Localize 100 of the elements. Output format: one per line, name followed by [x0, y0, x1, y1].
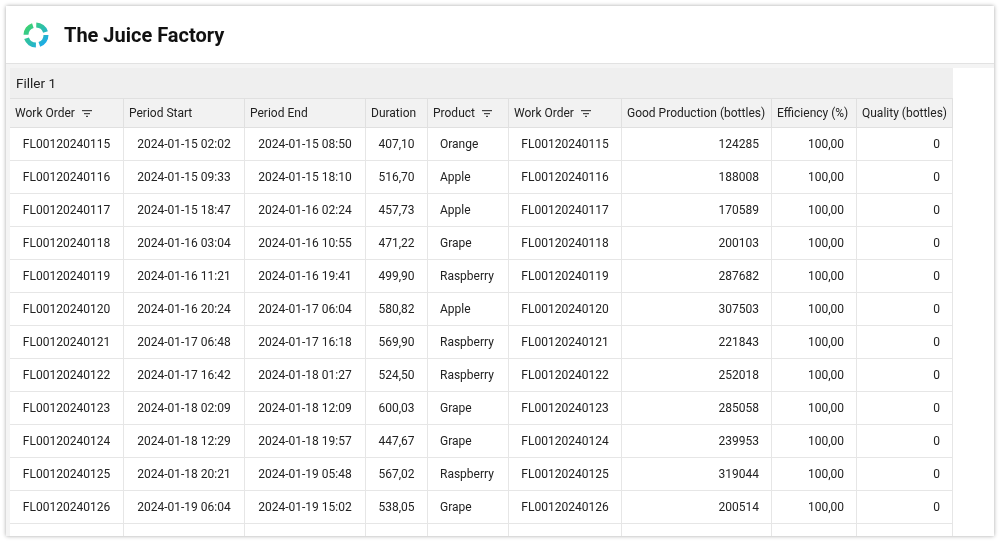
- table-cell: FL00120240123: [10, 392, 124, 425]
- table-cell: 221843: [622, 326, 772, 359]
- table-cell: Raspberry: [428, 359, 509, 392]
- table-cell: FL00120240116: [509, 161, 622, 194]
- table-cell: 2024-01-16 02:24: [245, 194, 366, 227]
- filter-icon[interactable]: [580, 109, 591, 117]
- table-cell: 170589: [622, 194, 772, 227]
- table-cell: 2024-01-16 10:55: [245, 227, 366, 260]
- table-cell: 2024-01-18 12:09: [245, 392, 366, 425]
- table-cell: 2024-01-15 18:10: [245, 161, 366, 194]
- table-cell: FL00120240124: [10, 425, 124, 458]
- table-cell: FL00120240126: [509, 491, 622, 524]
- filter-icon[interactable]: [481, 109, 492, 117]
- table-cell: 2024-01-16 11:21: [124, 260, 245, 293]
- filter-icon[interactable]: [81, 109, 92, 117]
- table-cell: 100,00: [772, 194, 857, 227]
- table-cell: 600,03: [366, 392, 428, 425]
- table-cell: 2024-01-17 06:48: [124, 326, 245, 359]
- table-cell: 499,90: [366, 260, 428, 293]
- table-cell: 2024-01-19 05:48: [245, 458, 366, 491]
- table-cell: 2024-01-15 02:02: [124, 128, 245, 161]
- table-cell: 447,67: [366, 425, 428, 458]
- table-cell: FL00120240120: [509, 293, 622, 326]
- table-cell: 252018: [622, 359, 772, 392]
- column-header[interactable]: Period Start: [124, 99, 245, 128]
- table-cell: FL00120240116: [10, 161, 124, 194]
- table-cell: 307503: [622, 293, 772, 326]
- table-cell: FL00120240117: [10, 194, 124, 227]
- table-cell: 100,00: [772, 458, 857, 491]
- table-cell: 580,82: [366, 293, 428, 326]
- table-cell: 567,02: [366, 458, 428, 491]
- table-cell: 100,00: [772, 359, 857, 392]
- ring-logo-icon: [22, 20, 50, 49]
- table-cell: 569,90: [366, 326, 428, 359]
- app-title: The Juice Factory: [64, 22, 225, 47]
- table-cell: FL00120240123: [509, 392, 622, 425]
- table-cell: 188008: [622, 161, 772, 194]
- table-cell: 287682: [622, 260, 772, 293]
- column-header[interactable]: Good Production (bottles): [622, 99, 772, 128]
- table-cell: Raspberry: [428, 326, 509, 359]
- table-cell: 2024-01-18 02:09: [124, 392, 245, 425]
- table-cell: 2024-01-15 18:47: [124, 194, 245, 227]
- table-cell: FL00120240115: [509, 128, 622, 161]
- table-cell: 239953: [622, 425, 772, 458]
- table-cell: FL00120240117: [509, 194, 622, 227]
- table-cell: Orange: [428, 128, 509, 161]
- column-header[interactable]: Work Order: [10, 99, 124, 128]
- column-header[interactable]: Quality (bottles): [857, 99, 953, 128]
- table-cell: FL00120240124: [509, 425, 622, 458]
- table-cell: FL00120240121: [509, 326, 622, 359]
- table-cell: 471,22: [366, 227, 428, 260]
- table-cell: FL00120240118: [509, 227, 622, 260]
- table-cell: FL00120240115: [10, 128, 124, 161]
- table-cell: 2024-01-16 03:04: [124, 227, 245, 260]
- table-cell: 100,00: [772, 491, 857, 524]
- table-cell: FL00120240121: [10, 326, 124, 359]
- table-cell: 319044: [622, 458, 772, 491]
- table-cell: 285058: [622, 392, 772, 425]
- table-cell: 2024-01-16 19:41: [245, 260, 366, 293]
- table-cell: 2024-01-18 12:29: [124, 425, 245, 458]
- column-header[interactable]: Product: [428, 99, 509, 128]
- table-cell: 516,70: [366, 161, 428, 194]
- table-cell: 2024-01-19 06:04: [124, 491, 245, 524]
- table-cell: Raspberry: [428, 458, 509, 491]
- table-cell: FL00120240122: [10, 359, 124, 392]
- table-cell: 2024-01-17 16:42: [124, 359, 245, 392]
- table-cell: FL00120240125: [10, 458, 124, 491]
- group-header: Filler 1: [10, 68, 953, 99]
- table-cell: 2024-01-18 20:21: [124, 458, 245, 491]
- table-cell: 100,00: [772, 227, 857, 260]
- table-cell: FL00120240126: [10, 491, 124, 524]
- table-cell: FL00120240120: [10, 293, 124, 326]
- table-cell: 524,50: [366, 359, 428, 392]
- table-cell: Grape: [428, 392, 509, 425]
- table-cell: Apple: [428, 161, 509, 194]
- table-cell: 457,73: [366, 194, 428, 227]
- column-header[interactable]: Efficiency (%): [772, 99, 857, 128]
- table-cell: 200103: [622, 227, 772, 260]
- column-header[interactable]: Work Order: [509, 99, 622, 128]
- table-cell: 2024-01-17 06:04: [245, 293, 366, 326]
- table-cell: 100,00: [772, 425, 857, 458]
- table-cell: 100,00: [772, 293, 857, 326]
- table-cell: Grape: [428, 491, 509, 524]
- table-cell: Grape: [428, 425, 509, 458]
- column-header[interactable]: Period End: [245, 99, 366, 128]
- table-cell: Apple: [428, 194, 509, 227]
- table-cell: 2024-01-17 16:18: [245, 326, 366, 359]
- table-cell: 100,00: [772, 392, 857, 425]
- column-header[interactable]: Duration: [366, 99, 428, 128]
- table-cell: FL00120240119: [10, 260, 124, 293]
- table-cell: 407,10: [366, 128, 428, 161]
- table-cell: 2024-01-15 08:50: [245, 128, 366, 161]
- table-cell: FL00120240125: [509, 458, 622, 491]
- table-cell: 100,00: [772, 326, 857, 359]
- table-cell: 2024-01-18 01:27: [245, 359, 366, 392]
- table-cell: 124285: [622, 128, 772, 161]
- table-cell: FL00120240118: [10, 227, 124, 260]
- table-cell: 2024-01-16 20:24: [124, 293, 245, 326]
- table-cell: Grape: [428, 227, 509, 260]
- table-cell: 2024-01-18 19:57: [245, 425, 366, 458]
